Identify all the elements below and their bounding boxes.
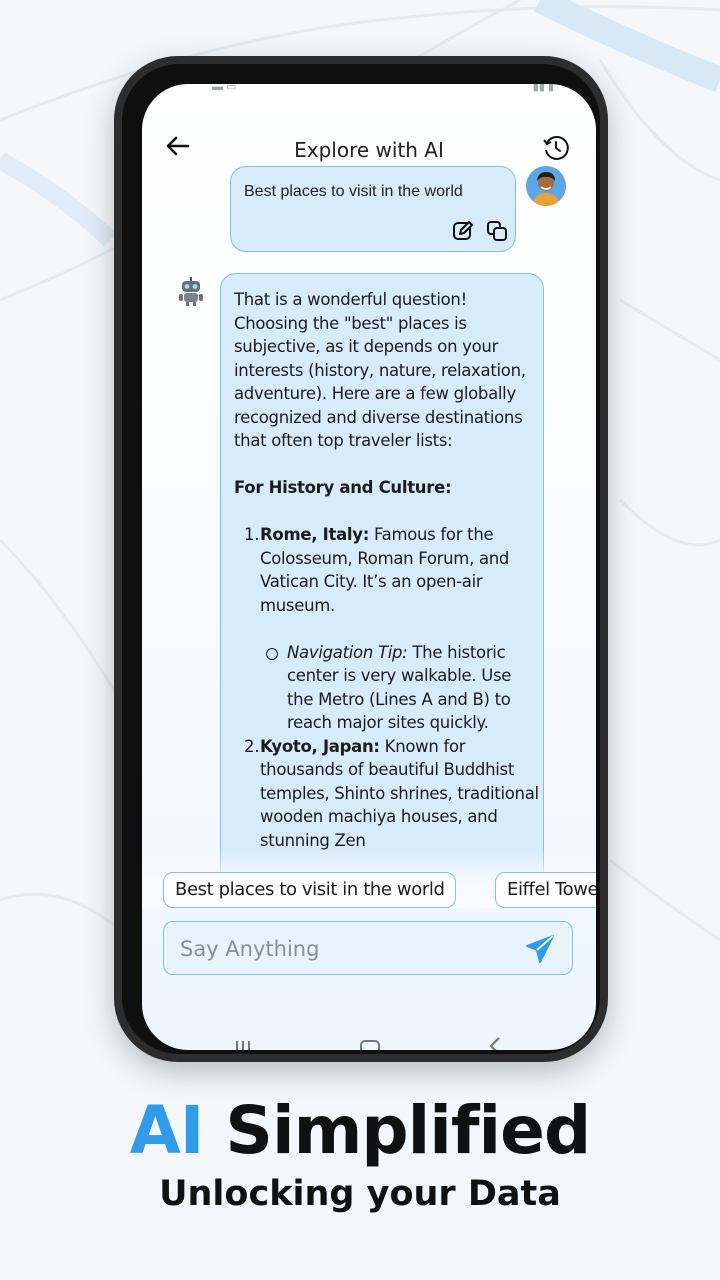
list-item: 1. Rome, Italy: Famous for the Colosseum… <box>234 523 539 617</box>
list-item: 2. Kyoto, Japan: Known for thousands of … <box>234 735 539 853</box>
ai-response-intro: That is a wonderful question! Choosing t… <box>234 290 526 450</box>
status-bar: ▬ ▭ ▮▮ ▮ <box>142 84 596 108</box>
list-number: 2. <box>244 736 260 756</box>
home-icon[interactable] <box>360 1040 380 1050</box>
ai-response-bubble: That is a wonderful question! Choosing t… <box>220 273 544 893</box>
navigation-tip: Navigation Tip: The historic center is v… <box>234 641 539 735</box>
user-avatar <box>526 166 566 206</box>
copy-icon[interactable] <box>485 219 509 243</box>
phone-frame: ▬ ▭ ▮▮ ▮ Explore with AI Best places to … <box>114 56 608 1062</box>
section-heading: For History and Culture: <box>234 478 452 497</box>
phone-screen: ▬ ▭ ▮▮ ▮ Explore with AI Best places to … <box>142 84 596 1050</box>
promo-headline-word: Simplified <box>225 1092 591 1169</box>
place-name: Rome, Italy: <box>260 525 370 544</box>
suggestion-chip[interactable]: Eiffel Tower <box>495 872 596 908</box>
user-message-text: Best places to visit in the world <box>244 183 463 200</box>
circle-bullet-icon <box>266 647 278 660</box>
ai-response-content: That is a wonderful question! Choosing t… <box>234 288 539 852</box>
suggestion-chip[interactable]: Best places to visit in the world <box>163 872 457 908</box>
promo-headline: AI Simplified <box>0 1092 720 1169</box>
suggestion-chips: Best places to visit in the world Eiffel… <box>163 872 596 910</box>
system-nav-bar <box>142 1034 596 1050</box>
status-icons-right: ▮▮ ▮ <box>532 84 554 93</box>
destination-list: 1. Rome, Italy: Famous for the Colosseum… <box>234 523 539 852</box>
page-title: Explore with AI <box>294 138 444 162</box>
status-icons-left: ▬ ▭ <box>212 84 237 93</box>
send-icon <box>526 935 554 963</box>
recent-apps-icon[interactable] <box>234 1040 252 1050</box>
clock-history-icon <box>543 136 569 160</box>
history-button[interactable] <box>542 134 570 162</box>
user-message-bubble: Best places to visit in the world <box>230 166 516 252</box>
send-button[interactable] <box>524 933 556 965</box>
robot-icon <box>178 276 204 306</box>
message-input[interactable] <box>164 922 532 975</box>
message-input-bar <box>163 921 573 975</box>
tip-label: Navigation Tip: <box>287 642 408 662</box>
place-name: Kyoto, Japan: <box>260 736 380 756</box>
promo-subline: Unlocking your Data <box>159 1174 561 1214</box>
phone-bezel: ▬ ▭ ▮▮ ▮ Explore with AI Best places to … <box>122 64 600 1054</box>
edit-icon[interactable] <box>451 219 475 243</box>
app-header: Explore with AI <box>142 114 596 164</box>
list-number: 1. <box>244 525 260 544</box>
nav-back-icon[interactable] <box>488 1036 502 1050</box>
promo-accent-word: AI <box>129 1092 205 1169</box>
